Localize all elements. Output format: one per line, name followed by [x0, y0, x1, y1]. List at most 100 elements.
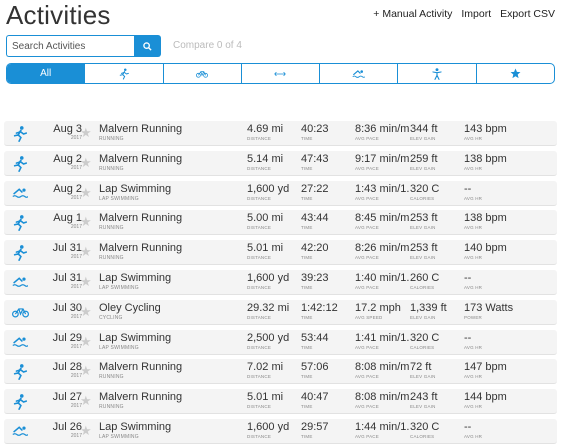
activity-row[interactable]: Jul 30 2017 ★ Oley Cycling CYCLING 29.32 mi DI…: [4, 299, 557, 325]
activity-year: 2017: [70, 373, 82, 380]
activity-row[interactable]: Aug 2 2017 ★ Malvern Running RUNNING 5.14 mi D…: [4, 150, 557, 176]
activity-row[interactable]: Jul 26 2017 ★ Lap Swimming LAP SWIMMING 1,600…: [4, 418, 557, 444]
favorite-star-icon[interactable]: ★: [80, 155, 92, 170]
activity-row[interactable]: Jul 31 2017 ★ Malvern Running RUNNING 5.01 mi…: [4, 240, 557, 266]
activity-type: LAP SWIMMING: [99, 344, 139, 351]
metric-pace-label: AVG PACE: [355, 136, 379, 141]
import-link[interactable]: Import: [461, 8, 491, 20]
favorite-star-icon[interactable]: ★: [80, 215, 92, 229]
arrows-icon: [274, 71, 287, 76]
metric-distance-value: 29.32 mi: [247, 301, 290, 314]
favorite-star-icon[interactable]: ★: [80, 394, 92, 408]
metric-pace-label: AVG SPEED: [355, 314, 383, 320]
activity-row[interactable]: Jul 29 2017 ★ Lap Swimming LAP SWIMMING 2,500…: [4, 329, 557, 355]
metric-tertiary-label: AVG HR: [464, 136, 483, 141]
activity-type: CYCLING: [99, 314, 123, 321]
running-icon: [13, 126, 28, 142]
search-icon: [143, 41, 152, 51]
activity-row[interactable]: Aug 3 2017 ★ Malvern Running RUNNING 4.69 mi D…: [4, 121, 557, 146]
metric-tertiary-label: AVG HR: [464, 255, 483, 261]
filter-tab-cycling[interactable]: [164, 64, 242, 83]
metric-pace-label: AVG PACE: [355, 284, 379, 290]
activity-type: RUNNING: [99, 225, 124, 232]
manual-activity-link[interactable]: + Manual Activity: [373, 8, 452, 20]
activity-name[interactable]: Malvern Running: [99, 212, 182, 224]
metric-secondary-label: CALORIES: [410, 344, 435, 350]
activity-name[interactable]: Malvern Running: [99, 361, 182, 373]
metric-secondary-value: 320 C: [410, 331, 440, 344]
activity-name[interactable]: Lap Swimming: [99, 332, 171, 344]
activity-name[interactable]: Malvern Running: [99, 391, 182, 403]
metric-distance-value: 1,600 yd: [247, 182, 290, 195]
metric-secondary-label: ELEV GAIN: [410, 255, 436, 261]
activity-row[interactable]: Jul 27 2017 ★ Malvern Running RUNNING 5.01 mi…: [4, 389, 557, 415]
activity-name[interactable]: Lap Swimming: [99, 421, 171, 433]
activity-type-icon: [12, 305, 29, 319]
metric-secondary-value: 259 ft: [410, 152, 438, 165]
activity-name[interactable]: Malvern Running: [99, 123, 182, 135]
activity-name[interactable]: Lap Swimming: [99, 183, 171, 195]
activity-type: RUNNING: [99, 136, 124, 142]
filter-tab-swimming[interactable]: [320, 64, 399, 83]
favorite-star-icon[interactable]: ★: [80, 334, 92, 349]
filter-tab-all[interactable]: All: [7, 64, 86, 83]
running-icon: [119, 68, 129, 79]
activity-row[interactable]: Aug 1 2017 ★ Malvern Running RUNNING 5.00 mi D…: [4, 210, 557, 236]
metric-pace-value: 8:08 min/mi: [355, 361, 410, 374]
swimming-icon: [12, 426, 28, 436]
metric-distance-label: DISTANCE: [247, 195, 272, 201]
activity-name[interactable]: Lap Swimming: [99, 272, 171, 284]
metric-tertiary-value: --: [464, 271, 472, 284]
activity-year: 2017: [70, 224, 82, 231]
metric-distance-label: DISTANCE: [247, 374, 272, 380]
running-icon: [13, 245, 28, 262]
top-actions: + Manual Activity Import Export CSV: [373, 8, 555, 20]
favorite-star-icon[interactable]: ★: [80, 185, 92, 200]
filter-tab-other[interactable]: [242, 64, 321, 83]
metric-pace-label: AVG PACE: [355, 255, 379, 261]
metric-pace-value: 8:36 min/mi: [355, 123, 410, 135]
swimming-icon: [12, 277, 28, 287]
activity-row[interactable]: Jul 28 2017 ★ Malvern Running RUNNING 7.02 mi…: [4, 359, 557, 385]
favorite-star-icon[interactable]: ★: [80, 126, 92, 140]
filter-tab-fitness[interactable]: [398, 64, 477, 83]
metric-secondary-label: ELEV GAIN: [410, 136, 436, 141]
activity-row[interactable]: Aug 2 2017 ★ Lap Swimming LAP SWIMMING 1,600 …: [4, 180, 557, 206]
activity-type-icon: [12, 335, 28, 349]
activity-type: LAP SWIMMING: [99, 284, 139, 291]
activity-row[interactable]: Jul 31 2017 ★ Lap Swimming LAP SWIMMING 1,600…: [4, 269, 557, 295]
metric-time-value: 27:22: [301, 182, 329, 195]
favorite-star-icon[interactable]: ★: [80, 423, 92, 438]
export-csv-link[interactable]: Export CSV: [500, 8, 555, 20]
metric-secondary-value: 253 ft: [410, 212, 438, 225]
activity-name[interactable]: Oley Cycling: [99, 302, 161, 314]
filter-tab-favorites[interactable]: [477, 64, 554, 83]
compare-label: Compare 0 of 4: [173, 40, 242, 51]
metric-tertiary-value: 144 bpm: [464, 391, 507, 404]
metric-time-value: 40:23: [301, 123, 329, 135]
activity-name[interactable]: Malvern Running: [99, 242, 182, 254]
activity-type: RUNNING: [99, 165, 124, 172]
activity-year: 2017: [70, 343, 82, 350]
activity-type-icon: [12, 424, 28, 438]
metric-pace-label: AVG PACE: [355, 344, 379, 350]
favorite-star-icon[interactable]: ★: [80, 304, 92, 319]
metric-pace-value: 1:43 min/1...: [355, 182, 410, 195]
search-input[interactable]: [6, 35, 134, 57]
favorite-star-icon[interactable]: ★: [80, 245, 92, 259]
activity-type-icon: [12, 155, 28, 172]
favorite-star-icon[interactable]: ★: [80, 274, 92, 289]
metric-secondary-label: ELEV GAIN: [410, 404, 436, 410]
filter-tab-running[interactable]: [85, 64, 164, 83]
metric-distance-value: 4.69 mi: [247, 123, 284, 135]
metric-secondary-label: ELEV GAIN: [410, 314, 436, 320]
activity-year: 2017: [70, 164, 82, 171]
metric-pace-label: AVG PACE: [355, 195, 379, 201]
metric-pace-label: AVG PACE: [355, 374, 379, 380]
metric-secondary-value: 1,339 ft: [410, 301, 447, 314]
search-button[interactable]: [134, 35, 161, 57]
metric-tertiary-value: 173 Watts: [464, 301, 514, 314]
metric-time-value: 29:57: [301, 420, 329, 433]
favorite-star-icon[interactable]: ★: [80, 364, 92, 378]
activity-name[interactable]: Malvern Running: [99, 153, 182, 165]
